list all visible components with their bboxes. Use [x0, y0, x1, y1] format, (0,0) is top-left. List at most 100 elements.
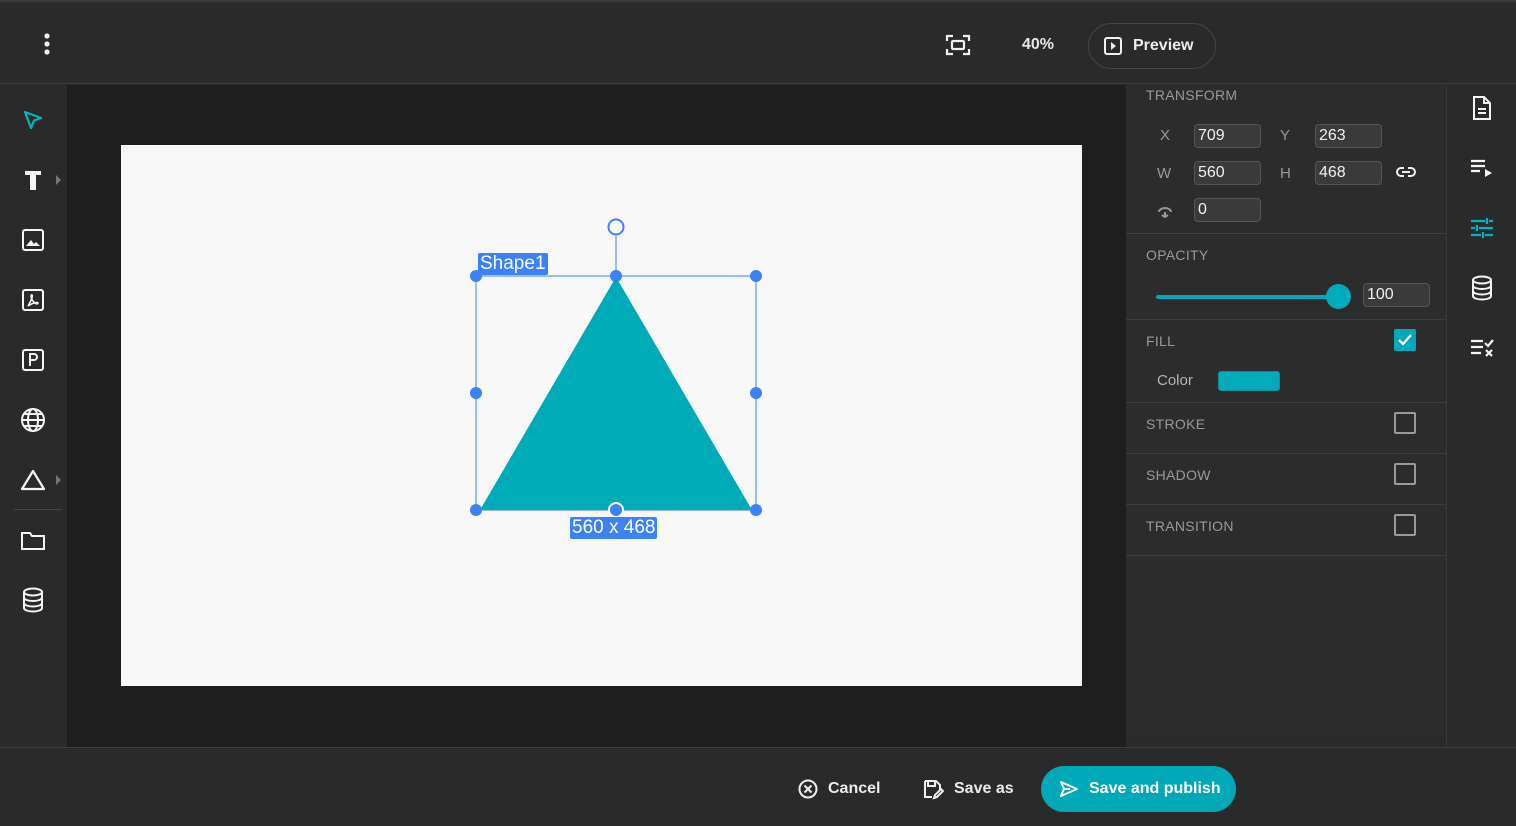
transition-checkbox[interactable] [1394, 514, 1416, 536]
submenu-caret-icon [56, 475, 61, 485]
rotation-field[interactable]: 0 [1194, 198, 1261, 222]
image-icon [22, 229, 44, 251]
toolbar-divider [14, 509, 62, 510]
opacity-field[interactable]: 100 [1363, 283, 1430, 307]
database-icon [1472, 275, 1492, 301]
tool-database[interactable] [14, 581, 52, 619]
rail-checklist-button[interactable] [1465, 331, 1499, 365]
section-divider [1126, 555, 1446, 556]
resize-handle-top[interactable] [610, 270, 622, 282]
rotate-handle[interactable] [607, 218, 625, 236]
tool-pdf[interactable] [14, 281, 52, 319]
tool-text[interactable] [14, 161, 61, 199]
bottom-bar: Cancel Save as Save and publish [0, 747, 1516, 826]
list-check-icon [1471, 339, 1494, 357]
text-t-icon [25, 171, 41, 190]
tool-shape[interactable] [14, 461, 61, 499]
document-icon [1473, 96, 1491, 120]
shape-name-tag: Shape1 [478, 253, 548, 275]
lock-ratio-button[interactable] [1396, 165, 1416, 179]
transform-title: TRANSFORM [1146, 87, 1238, 103]
shape-size-tag: 560 x 468 [570, 517, 658, 539]
tool-folder[interactable] [14, 521, 52, 559]
x-field[interactable]: 709 [1194, 124, 1261, 148]
play-box-icon [1104, 37, 1122, 55]
tool-web[interactable] [14, 401, 52, 439]
stroke-checkbox[interactable] [1394, 412, 1416, 434]
save-and-publish-button[interactable]: Save and publish [1041, 766, 1236, 812]
shadow-title: SHADOW [1146, 467, 1211, 483]
h-field[interactable]: 468 [1315, 161, 1382, 185]
h-label: H [1280, 165, 1291, 182]
rotate-icon [1158, 207, 1172, 218]
properties-panel: TRANSFORM X 709 Y 263 W 560 H 468 0 OPAC… [1126, 85, 1446, 737]
transition-title: TRANSITION [1146, 518, 1234, 534]
cancel-label: Cancel [828, 780, 881, 797]
resize-handle-bottom[interactable] [608, 502, 624, 518]
link-icon [1396, 167, 1416, 177]
section-divider [1126, 319, 1446, 320]
pointer-arrow-icon [23, 110, 43, 130]
database-icon [23, 587, 43, 613]
rotation-label [1155, 204, 1175, 218]
more-menu-button[interactable] [34, 30, 60, 58]
submenu-caret-icon [56, 175, 61, 185]
resize-handle-left[interactable] [470, 387, 482, 399]
tool-select[interactable] [14, 101, 52, 139]
fill-checkbox[interactable] [1394, 329, 1416, 351]
opacity-slider-knob[interactable] [1326, 284, 1351, 309]
artboard[interactable]: Shape1 560 x 468 [121, 145, 1082, 686]
resize-handle-right[interactable] [750, 387, 762, 399]
save-as-label: Save as [954, 780, 1014, 797]
cancel-circle-icon [798, 779, 818, 799]
triangle-shape[interactable] [480, 277, 752, 510]
resize-handle-top-right[interactable] [750, 270, 762, 282]
fit-screen-icon [945, 34, 971, 56]
fill-color-label: Color [1157, 372, 1193, 389]
stroke-title: STROKE [1146, 416, 1206, 432]
send-icon [1060, 781, 1078, 797]
save-and-publish-label: Save and publish [1089, 780, 1221, 797]
w-label: W [1157, 165, 1172, 182]
rail-database-button[interactable] [1465, 271, 1499, 305]
y-label: Y [1280, 127, 1291, 144]
checkmark-icon [1398, 334, 1412, 346]
y-field[interactable]: 263 [1315, 124, 1382, 148]
preview-label: Preview [1133, 37, 1194, 54]
section-divider [1126, 453, 1446, 454]
resize-handle-bottom-right[interactable] [750, 504, 762, 516]
shadow-checkbox[interactable] [1394, 463, 1416, 485]
top-bar: 40% Preview [0, 0, 1516, 84]
pdf-icon [22, 289, 44, 311]
save-as-button[interactable]: Save as [922, 766, 1014, 812]
fit-to-screen-button[interactable] [940, 28, 976, 62]
save-edit-icon [924, 780, 944, 800]
preview-button[interactable]: Preview [1088, 23, 1216, 69]
fill-color-swatch[interactable] [1218, 371, 1280, 391]
rail-properties-button[interactable] [1465, 211, 1499, 245]
folder-icon [21, 532, 45, 550]
rail-playlist-button[interactable] [1465, 151, 1499, 185]
shape-layer [470, 218, 762, 518]
left-toolbar [0, 85, 67, 747]
fill-title: FILL [1146, 333, 1176, 349]
opacity-slider-track[interactable] [1156, 295, 1338, 299]
globe-icon [21, 408, 45, 432]
tool-image[interactable] [14, 221, 52, 259]
sliders-icon [1471, 218, 1493, 238]
kebab-vertical-icon [44, 33, 50, 55]
x-label: X [1160, 127, 1171, 144]
section-divider [1126, 504, 1446, 505]
resize-handle-bottom-left[interactable] [470, 504, 482, 516]
opacity-title: OPACITY [1146, 247, 1209, 263]
playlist-icon [1471, 159, 1492, 177]
right-rail [1446, 85, 1516, 747]
rail-document-button[interactable] [1465, 91, 1499, 125]
p-box-icon [22, 349, 44, 371]
w-field[interactable]: 560 [1194, 161, 1261, 185]
triangle-icon [20, 469, 46, 491]
zoom-level[interactable]: 40% [1008, 34, 1068, 56]
tool-parking[interactable] [14, 341, 52, 379]
section-divider [1126, 402, 1446, 403]
cancel-button[interactable]: Cancel [798, 766, 880, 812]
